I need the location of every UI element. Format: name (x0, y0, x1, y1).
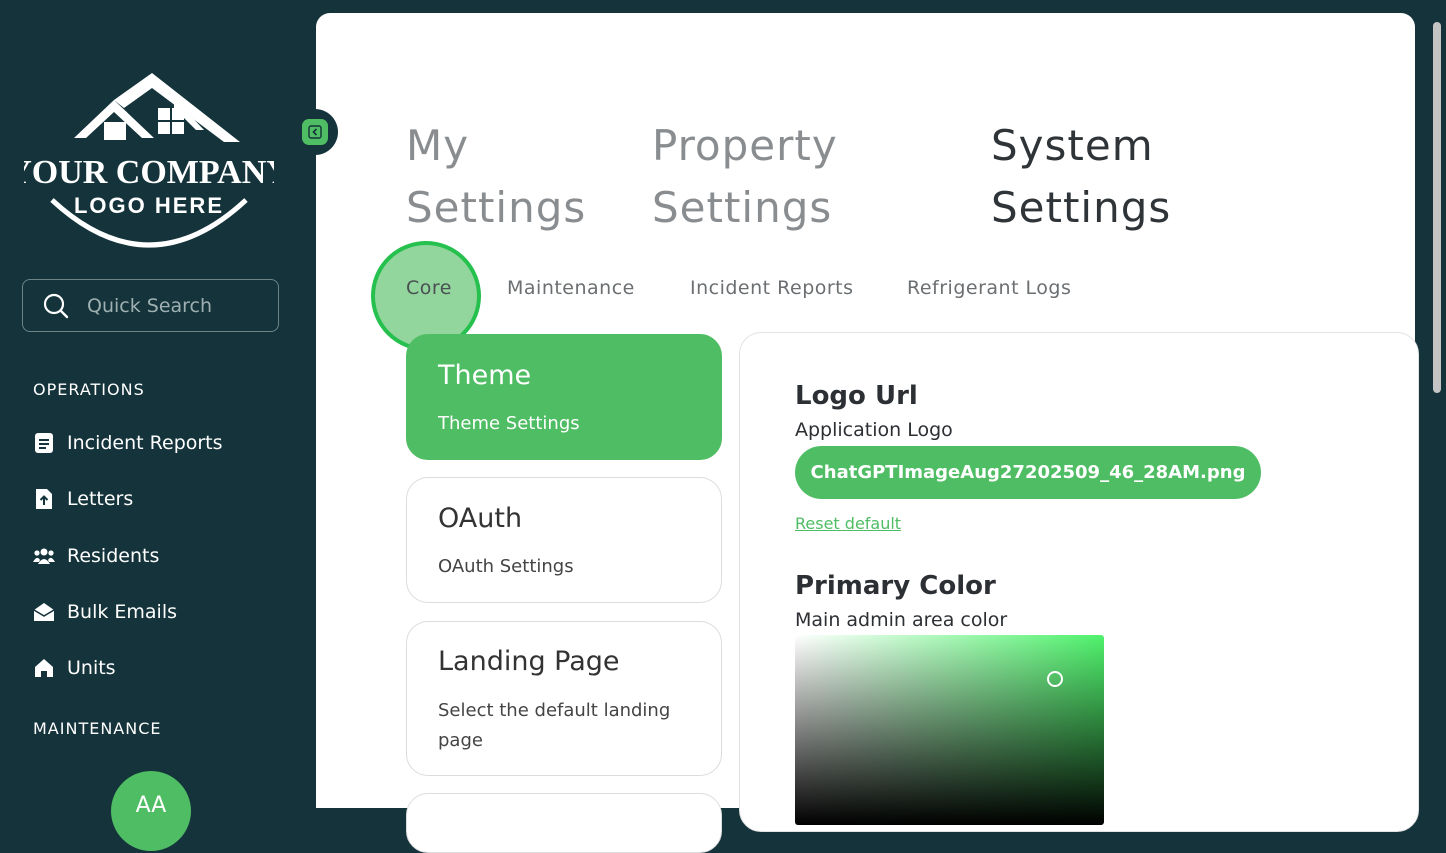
primary-color-desc: Main admin area color (795, 609, 1008, 631)
card-title: Landing Page (438, 646, 620, 677)
company-logo[interactable]: YOUR COMPANY LOGO HERE (7, 70, 291, 252)
settings-card-oauth[interactable]: OAuth OAuth Settings (406, 477, 722, 603)
search-icon (43, 293, 69, 319)
settings-card-landing-page[interactable]: Landing Page Select the default landing … (406, 621, 722, 776)
card-desc: OAuth Settings (438, 556, 574, 577)
color-picker-area[interactable] (795, 635, 1104, 825)
tab-label: Settings (406, 183, 587, 232)
logo-line2: LOGO HERE (74, 193, 224, 218)
chevron-left-icon (302, 119, 328, 145)
logo-file-button[interactable]: ChatGPTImageAug27202509_46_28AM.png (795, 446, 1261, 499)
document-icon (33, 432, 55, 454)
logo-url-title: Logo Url (795, 381, 918, 411)
nav-item-bulk-emails[interactable]: Bulk Emails (33, 597, 177, 627)
tab-label: System (991, 121, 1154, 170)
tab-property-settings[interactable]: Property Settings (652, 115, 838, 239)
sidebar: YOUR COMPANY LOGO HERE Quick Search OPER… (0, 0, 316, 851)
users-icon (33, 545, 55, 567)
tab-label: Settings (652, 183, 833, 232)
card-title: Theme (438, 360, 532, 391)
subtab-maintenance[interactable]: Maintenance (507, 277, 635, 299)
settings-card-next[interactable] (406, 793, 722, 853)
color-picker-handle[interactable] (1047, 671, 1063, 687)
subtab-incident-reports[interactable]: Incident Reports (690, 277, 854, 299)
nav-item-letters[interactable]: Letters (33, 484, 133, 514)
quick-search-input[interactable]: Quick Search (22, 279, 279, 332)
logo-graphic: YOUR COMPANY LOGO HERE (7, 73, 291, 248)
sidebar-collapse-button[interactable] (292, 109, 338, 155)
nav-item-label: Residents (67, 545, 160, 567)
subtab-core[interactable]: Core (406, 277, 452, 299)
card-desc: Theme Settings (438, 413, 580, 434)
section-label-operations: OPERATIONS (33, 380, 145, 399)
tab-system-settings[interactable]: System Settings (991, 115, 1171, 239)
page-scrollbar[interactable] (1433, 22, 1441, 393)
nav-item-label: Bulk Emails (67, 601, 178, 623)
logo-line1: YOUR COMPANY (24, 154, 274, 191)
envelope-open-icon (33, 601, 55, 623)
settings-card-theme[interactable]: Theme Theme Settings (406, 334, 722, 460)
nav-item-label: Units (67, 657, 116, 679)
tab-label: Settings (991, 183, 1172, 232)
search-placeholder: Quick Search (87, 295, 213, 317)
nav-item-incident-reports[interactable]: Incident Reports (33, 428, 223, 458)
nav-item-label: Incident Reports (67, 432, 223, 454)
nav-item-units[interactable]: Units (33, 653, 116, 683)
tab-my-settings[interactable]: My Settings (406, 115, 586, 239)
user-avatar[interactable]: AA (111, 771, 191, 851)
nav-item-label: Letters (67, 488, 134, 510)
card-title: OAuth (438, 503, 523, 534)
card-desc: Select the default landing page (438, 700, 671, 751)
primary-color-title: Primary Color (795, 571, 996, 601)
reset-default-link[interactable]: Reset default (795, 514, 901, 533)
tab-label: My (406, 121, 470, 170)
subtab-refrigerant-logs[interactable]: Refrigerant Logs (907, 277, 1071, 299)
file-upload-icon (33, 488, 55, 510)
section-label-maintenance: MAINTENANCE (33, 719, 162, 738)
tab-label: Property (652, 121, 838, 170)
logo-url-desc: Application Logo (795, 419, 953, 441)
nav-item-residents[interactable]: Residents (33, 541, 159, 571)
home-icon (33, 657, 55, 679)
